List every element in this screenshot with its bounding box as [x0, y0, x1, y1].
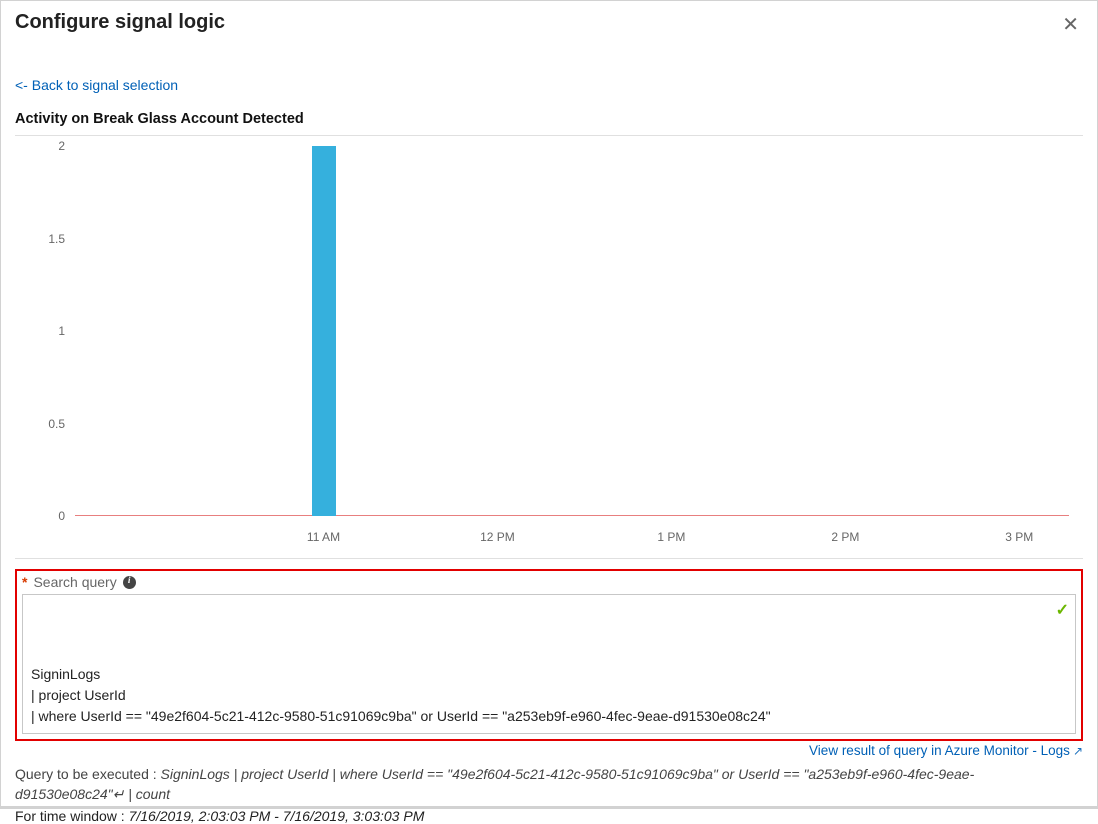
activity-chart: 0 0.5 1 1.5 2 11 AM 12 PM 1 PM 2 PM 3 PM: [15, 136, 1083, 556]
back-to-signal-selection-link[interactable]: <- Back to signal selection: [15, 77, 178, 93]
x-axis-tick: 3 PM: [1005, 530, 1033, 544]
valid-check-icon: ✓: [1056, 599, 1069, 623]
panel-title: Configure signal logic: [15, 11, 225, 34]
required-asterisk: *: [22, 574, 27, 590]
chart-title: Activity on Break Glass Account Detected: [15, 111, 1083, 127]
query-to-execute-summary: Query to be executed : SigninLogs | proj…: [15, 764, 1083, 805]
search-query-label-text: Search query: [33, 574, 116, 590]
y-axis-tick: 1.5: [35, 232, 65, 246]
y-axis-tick: 0.5: [35, 417, 65, 431]
view-results-link[interactable]: View result of query in Azure Monitor - …: [15, 743, 1083, 758]
view-results-link-text: View result of query in Azure Monitor - …: [809, 743, 1070, 758]
info-icon[interactable]: i: [123, 576, 136, 589]
chart-bar: [312, 146, 336, 516]
search-query-highlight: * Search query i ✓ SigninLogs | project …: [15, 569, 1083, 741]
external-link-icon: ↗: [1073, 744, 1083, 758]
chart-baseline: [75, 515, 1069, 516]
close-icon[interactable]: ✕: [1058, 11, 1083, 47]
exec-prefix: Query to be executed :: [15, 766, 161, 782]
time-window-value: 7/16/2019, 2:03:03 PM - 7/16/2019, 3:03:…: [129, 808, 425, 824]
y-axis-tick: 0: [35, 509, 65, 523]
search-query-input[interactable]: ✓ SigninLogs | project UserId | where Us…: [22, 594, 1076, 734]
x-axis-tick: 12 PM: [480, 530, 515, 544]
configure-signal-logic-panel: Configure signal logic ✕ <- Back to sign…: [0, 0, 1098, 809]
chart-plot-area: 00.511.5211 AM12 PM1 PM2 PM3 PM: [75, 146, 1069, 516]
panel-header: Configure signal logic ✕: [15, 11, 1083, 47]
y-axis-tick: 2: [35, 139, 65, 153]
x-axis-tick: 2 PM: [831, 530, 859, 544]
time-window-summary: For time window : 7/16/2019, 2:03:03 PM …: [15, 808, 1083, 824]
x-axis-tick: 1 PM: [657, 530, 685, 544]
x-axis-tick: 11 AM: [307, 530, 340, 544]
chart-container: 0 0.5 1 1.5 2 11 AM 12 PM 1 PM 2 PM 3 PM: [15, 135, 1083, 559]
time-window-prefix: For time window :: [15, 808, 129, 824]
y-axis-tick: 1: [35, 324, 65, 338]
search-query-label: * Search query i: [22, 574, 1076, 590]
